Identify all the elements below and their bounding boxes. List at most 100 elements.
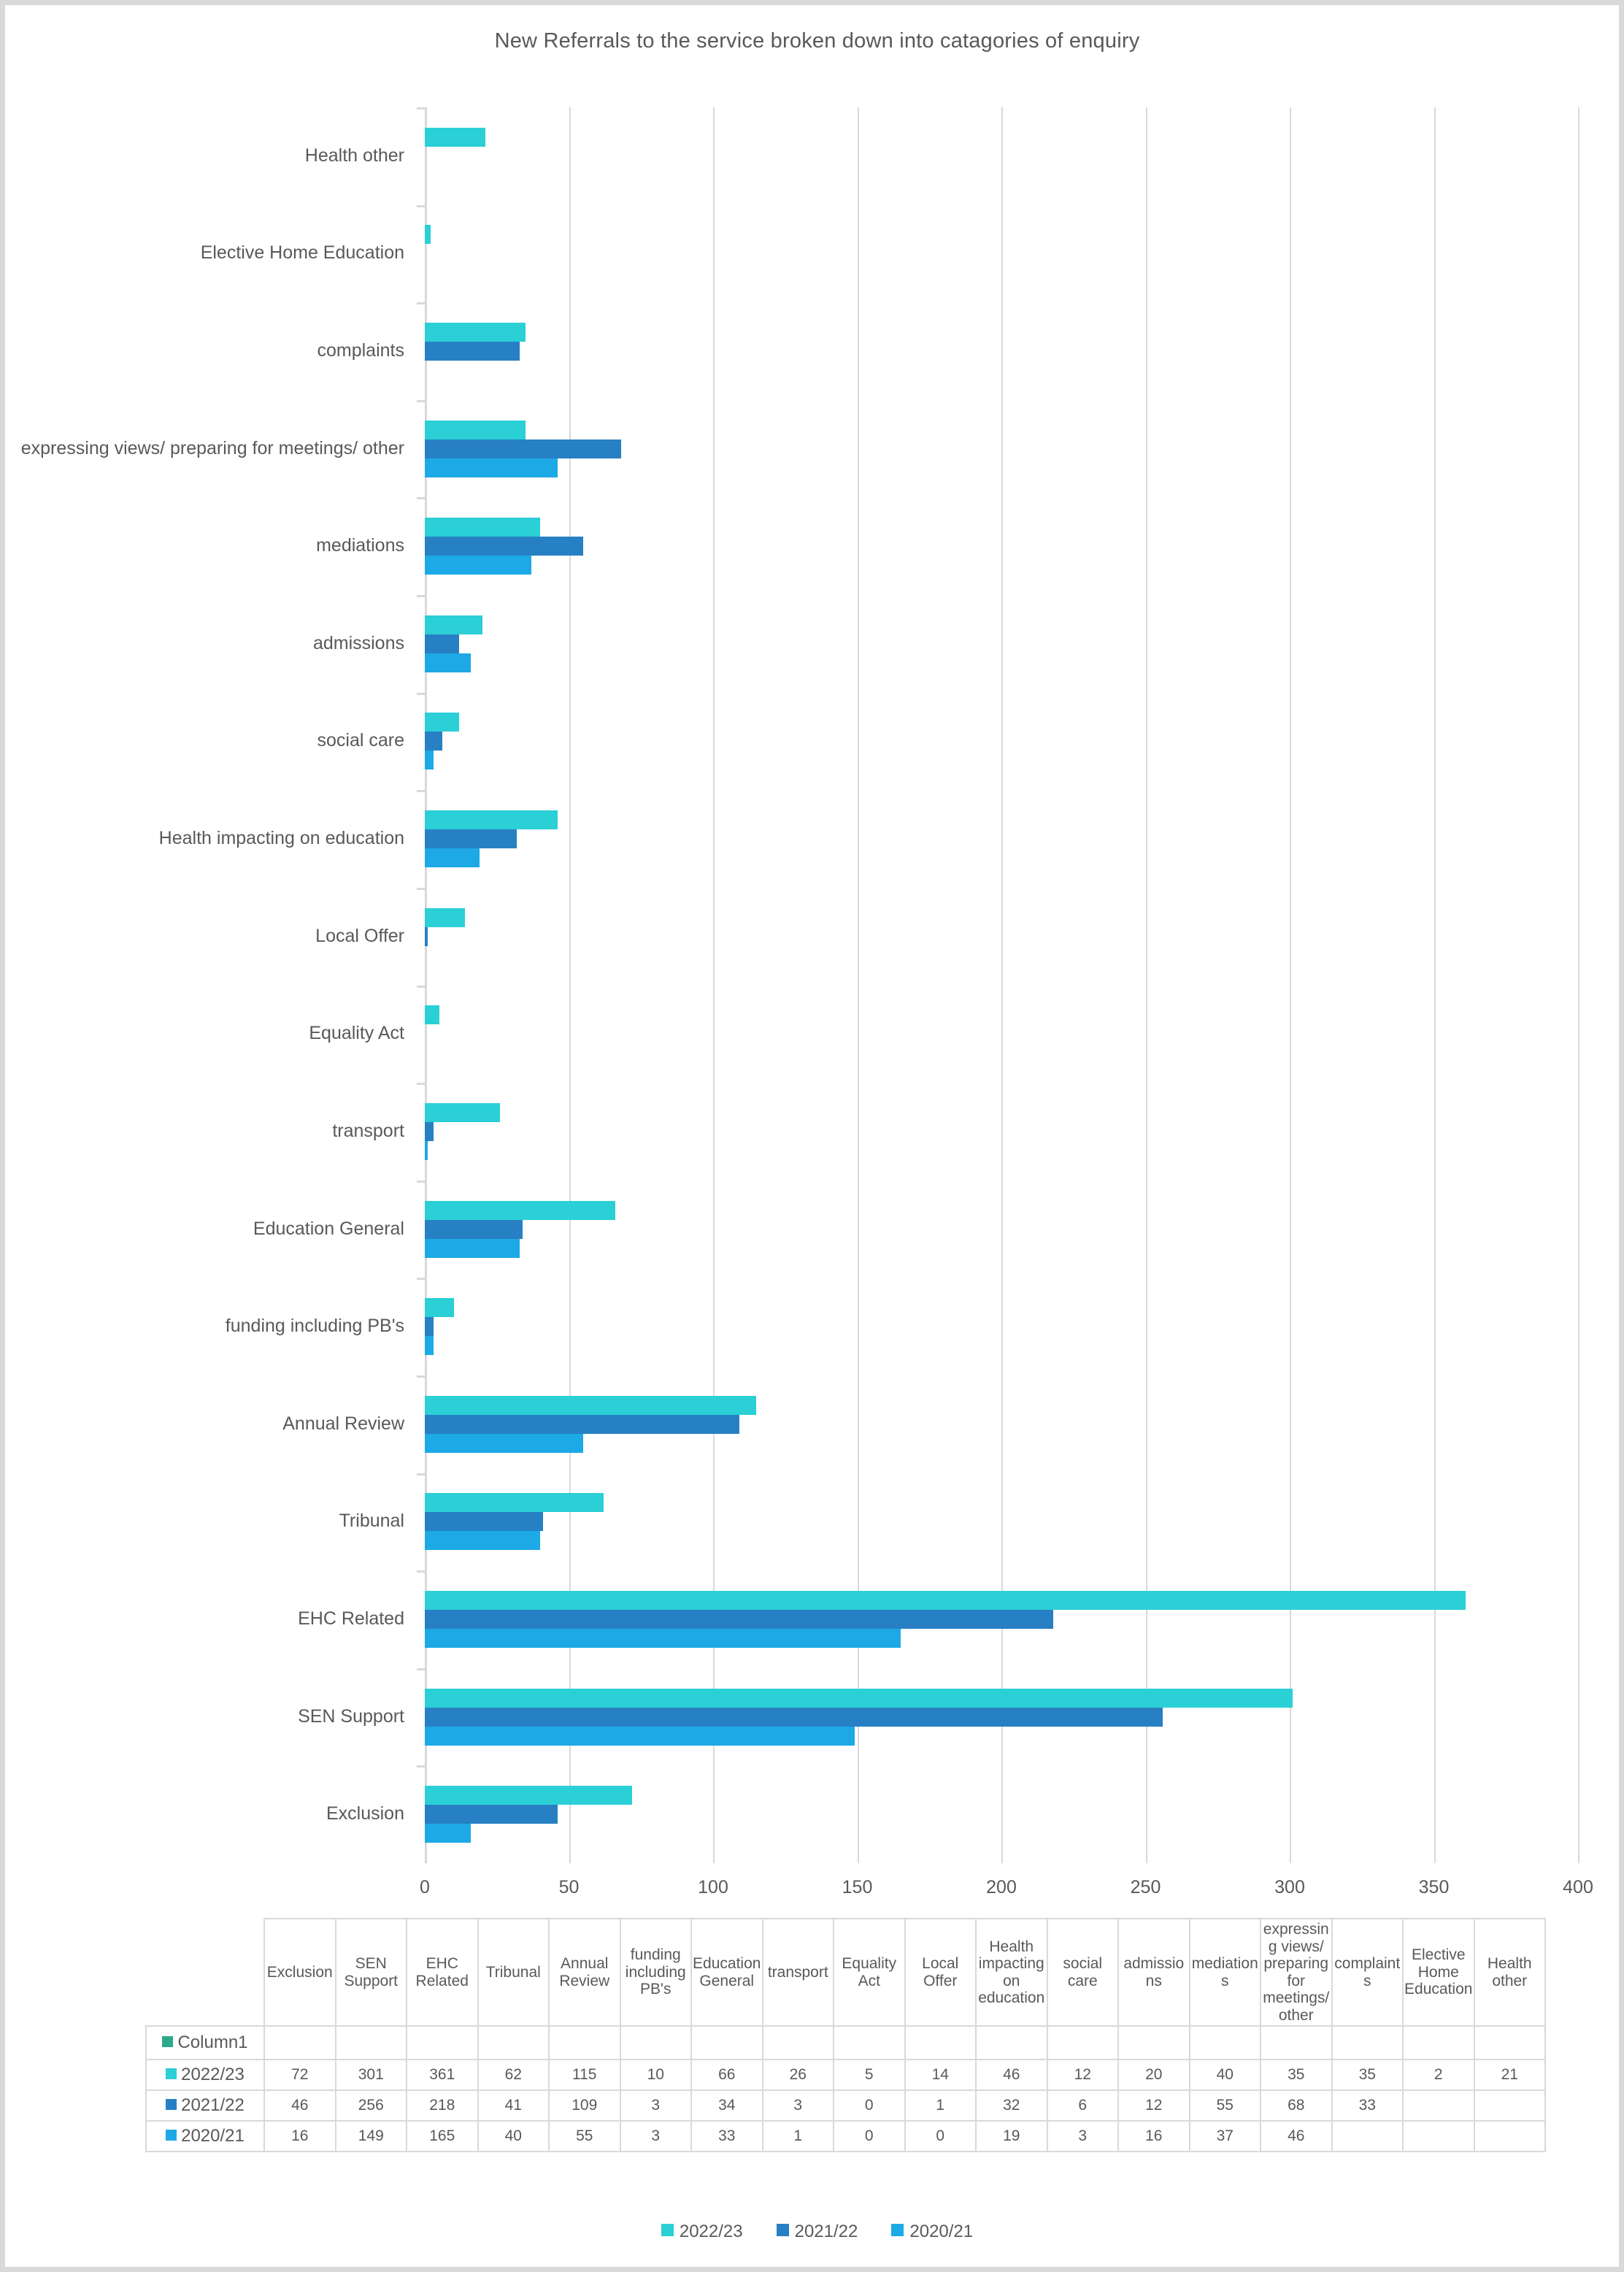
table-cell: 256 [334,2089,407,2122]
category-label: Health other [304,145,404,166]
bar [425,751,434,770]
bar [425,556,532,575]
table-cell [619,2025,692,2061]
legend-item[interactable]: 2022/23 [661,2222,743,2242]
table-cell [833,2025,906,2061]
table-header: Exclusion SEN Support EHC Related Tribunal A… [146,1917,1546,2027]
table-cell: 3 [619,2120,692,2153]
legend-item[interactable]: 2021/22 [776,2222,858,2242]
category-tick [417,1570,425,1573]
bar [425,1786,633,1805]
gridline [1578,107,1579,1863]
table-column-header: expressing views/ preparing for meetings… [1260,1917,1333,2027]
category-tick [417,692,425,695]
table-row: 2020/21 16 149 165 40 55 3 33 1 0 0 19 3 16 37 46 [145,2120,1546,2153]
table-column-header: Equality Act [833,1917,906,2027]
bar-group [425,1181,1578,1278]
bar [425,342,520,361]
bar [425,518,540,537]
category-label: Tribunal [339,1511,404,1532]
bar [425,1005,439,1025]
table-cell: 3 [761,2089,834,2122]
table-cell: 0 [904,2120,977,2153]
table-cell: 62 [477,2059,550,2092]
table-corner-cell [146,1919,264,2026]
table-cell [263,2025,336,2061]
table-column-header: admissions [1117,1917,1190,2027]
bar-group [425,693,1578,791]
table-column-header: funding including PB's [619,1917,692,2027]
table-cell: 72 [263,2059,336,2092]
bar-group [425,302,1578,400]
category-tick [417,399,425,402]
table-cell: 301 [334,2059,407,2092]
table-cell: 5 [833,2059,906,2092]
table-cell [1260,2025,1333,2061]
bar-group [425,107,1578,205]
bar [425,1707,1163,1727]
table-cell: 149 [334,2120,407,2153]
category-tick [417,1180,425,1183]
table-cell: 12 [1117,2089,1190,2122]
category-label: social care [317,730,405,751]
table-cell [975,2025,1048,2061]
bar [425,829,517,849]
value-tick-label: 250 [1130,1877,1161,1897]
table-cell: 32 [975,2089,1048,2122]
table-cell: 46 [263,2089,336,2122]
table-cell [334,2025,407,2061]
table-cell: 68 [1260,2089,1333,2122]
legend-swatch-icon [661,2224,674,2236]
bar [425,713,460,732]
page-title: New Referrals to the service broken down… [494,29,1140,53]
category-label: expressing views/ preparing for meetings… [20,437,404,458]
legend-label: 2021/22 [794,2222,858,2241]
data-table: Exclusion SEN Support EHC Related Tribunal A… [145,1917,1546,2153]
category-label: Health impacting on education [158,828,404,849]
table-cell: 40 [1188,2059,1261,2092]
bar-group [425,888,1578,986]
table-cell [1331,2025,1404,2061]
bar-group [425,1765,1578,1863]
value-tick-label: 0 [420,1877,430,1897]
table-column-header: transport [761,1917,834,2027]
table-cell [1331,2120,1404,2153]
table-column-header: social care [1046,1917,1119,2027]
bar [425,1805,558,1824]
category-label: complaints [317,340,405,361]
value-tick-label: 150 [842,1877,873,1897]
category-tick [417,1473,425,1475]
category-label: Elective Home Education [200,242,404,264]
value-tick-label: 50 [558,1877,580,1897]
bar-group [425,1473,1578,1571]
category-label: Annual Review [282,1413,404,1434]
bar [425,1590,1466,1610]
category-tick [417,204,425,207]
table-cell: 6 [1046,2089,1119,2122]
bar [425,1688,1293,1708]
table-cell: 109 [548,2089,621,2122]
plot-area [417,107,1579,1863]
category-tick [417,1278,425,1281]
table-cell [1402,2120,1475,2153]
bar-group [425,1083,1578,1181]
table-cell: 3 [1046,2120,1119,2153]
category-tick [417,107,425,110]
category-tick [417,1083,425,1086]
bar [425,1200,615,1220]
series-swatch-icon [162,2035,174,2047]
table-column-header: Tribunal [477,1917,550,2027]
table-cell [1402,2025,1475,2061]
bar [425,907,466,927]
table-cell: 35 [1331,2059,1404,2092]
bar [425,1609,1054,1629]
table-cell: 0 [833,2089,906,2122]
table-cell: 33 [690,2120,763,2153]
bar [425,1726,855,1746]
table-cell: 0 [833,2120,906,2153]
bar [425,127,485,147]
table-cell: 10 [619,2059,692,2092]
table-body: Column1 2022/23 72 301 361 62 115 10 66 26 5 14 46 12… [145,2025,1546,2153]
legend-item[interactable]: 2020/21 [891,2222,973,2242]
bar [425,1628,901,1648]
